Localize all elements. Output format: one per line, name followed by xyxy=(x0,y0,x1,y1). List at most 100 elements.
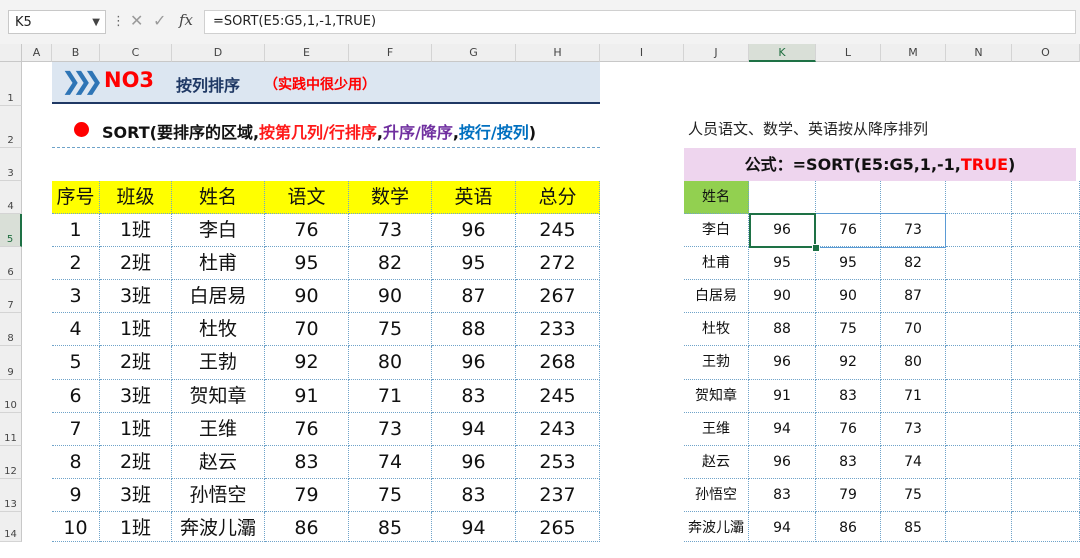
result-cell[interactable]: 94 xyxy=(749,512,816,542)
result-cell[interactable]: 79 xyxy=(816,479,881,512)
table-cell[interactable]: 82 xyxy=(349,247,432,280)
table-cell[interactable]: 5 xyxy=(52,346,100,380)
result-cell[interactable]: 94 xyxy=(749,413,816,446)
column-header-g[interactable]: G xyxy=(432,44,516,62)
table-cell[interactable]: 85 xyxy=(349,512,432,542)
table-cell[interactable]: 1班 xyxy=(100,313,172,346)
result-cell[interactable]: 87 xyxy=(881,280,946,313)
result-cell[interactable]: 85 xyxy=(881,512,946,542)
confirm-icon[interactable]: ✓ xyxy=(153,11,166,30)
table-cell[interactable]: 杜牧 xyxy=(172,313,265,346)
empty-cell[interactable] xyxy=(1012,479,1080,512)
column-header-o[interactable]: O xyxy=(1012,44,1080,62)
empty-cell[interactable] xyxy=(946,181,1012,214)
result-cell[interactable]: 90 xyxy=(816,280,881,313)
table-cell[interactable]: 贺知章 xyxy=(172,380,265,413)
table-cell[interactable]: 70 xyxy=(265,313,349,346)
table-cell[interactable]: 245 xyxy=(516,214,600,247)
column-header-b[interactable]: B xyxy=(52,44,100,62)
empty-cell[interactable] xyxy=(1012,446,1080,479)
column-header-c[interactable]: C xyxy=(100,44,172,62)
table-cell[interactable]: 237 xyxy=(516,479,600,512)
empty-cell[interactable] xyxy=(946,346,1012,380)
table-cell[interactable]: 91 xyxy=(265,380,349,413)
result-cell[interactable]: 96 xyxy=(749,446,816,479)
table-cell[interactable]: 2班 xyxy=(100,346,172,380)
table-cell[interactable]: 96 xyxy=(432,346,516,380)
result-cell[interactable]: 贺知章 xyxy=(684,380,749,413)
table-cell[interactable]: 奔波儿灞 xyxy=(172,512,265,542)
result-cell[interactable]: 孙悟空 xyxy=(684,479,749,512)
result-cell[interactable]: 83 xyxy=(816,446,881,479)
table-cell[interactable]: 79 xyxy=(265,479,349,512)
result-cell[interactable]: 95 xyxy=(816,247,881,280)
table-header-cell[interactable]: 姓名 xyxy=(172,181,265,214)
row-header-11[interactable]: 11 xyxy=(0,413,22,446)
table-cell[interactable]: 73 xyxy=(349,214,432,247)
table-cell[interactable]: 92 xyxy=(265,346,349,380)
table-cell[interactable]: 76 xyxy=(265,413,349,446)
table-cell[interactable]: 265 xyxy=(516,512,600,542)
table-cell[interactable]: 3班 xyxy=(100,280,172,313)
table-cell[interactable]: 4 xyxy=(52,313,100,346)
empty-cell[interactable] xyxy=(946,380,1012,413)
table-cell[interactable]: 90 xyxy=(265,280,349,313)
table-cell[interactable]: 87 xyxy=(432,280,516,313)
cancel-icon[interactable]: ✕ xyxy=(130,11,143,30)
column-header-m[interactable]: M xyxy=(881,44,946,62)
row-header-14[interactable]: 14 xyxy=(0,512,22,542)
table-cell[interactable]: 1班 xyxy=(100,413,172,446)
row-header-2[interactable]: 2 xyxy=(0,106,22,148)
table-cell[interactable]: 王维 xyxy=(172,413,265,446)
result-cell[interactable]: 70 xyxy=(881,313,946,346)
row-header-9[interactable]: 9 xyxy=(0,346,22,380)
table-cell[interactable]: 74 xyxy=(349,446,432,479)
table-cell[interactable]: 75 xyxy=(349,313,432,346)
empty-cell[interactable] xyxy=(1012,346,1080,380)
result-cell[interactable]: 73 xyxy=(881,413,946,446)
empty-cell[interactable] xyxy=(881,181,946,214)
row-header-8[interactable]: 8 xyxy=(0,313,22,346)
table-cell[interactable]: 272 xyxy=(516,247,600,280)
table-header-cell[interactable]: 数学 xyxy=(349,181,432,214)
row-header-10[interactable]: 10 xyxy=(0,380,22,413)
column-header-h[interactable]: H xyxy=(516,44,600,62)
table-cell[interactable]: 243 xyxy=(516,413,600,446)
table-cell[interactable]: 90 xyxy=(349,280,432,313)
result-cell[interactable]: 杜牧 xyxy=(684,313,749,346)
table-cell[interactable]: 9 xyxy=(52,479,100,512)
table-header-cell[interactable]: 英语 xyxy=(432,181,516,214)
table-cell[interactable]: 李白 xyxy=(172,214,265,247)
table-cell[interactable]: 83 xyxy=(432,380,516,413)
table-cell[interactable]: 88 xyxy=(432,313,516,346)
result-cell[interactable]: 75 xyxy=(881,479,946,512)
table-cell[interactable]: 86 xyxy=(265,512,349,542)
table-cell[interactable]: 2 xyxy=(52,247,100,280)
table-cell[interactable]: 75 xyxy=(349,479,432,512)
row-header-4[interactable]: 4 xyxy=(0,181,22,214)
result-cell[interactable]: 杜甫 xyxy=(684,247,749,280)
result-cell[interactable]: 91 xyxy=(749,380,816,413)
table-cell[interactable]: 3班 xyxy=(100,479,172,512)
table-cell[interactable]: 94 xyxy=(432,512,516,542)
empty-cell[interactable] xyxy=(1012,380,1080,413)
result-cell[interactable]: 李白 xyxy=(684,214,749,247)
row-header-12[interactable]: 12 xyxy=(0,446,22,479)
chevron-down-icon[interactable]: ▼ xyxy=(92,11,100,35)
table-cell[interactable]: 孙悟空 xyxy=(172,479,265,512)
table-cell[interactable]: 1班 xyxy=(100,214,172,247)
table-cell[interactable]: 95 xyxy=(265,247,349,280)
column-header-d[interactable]: D xyxy=(172,44,265,62)
result-cell[interactable]: 96 xyxy=(749,346,816,380)
result-cell[interactable]: 82 xyxy=(881,247,946,280)
empty-cell[interactable] xyxy=(1012,512,1080,542)
result-cell[interactable]: 奔波儿灞 xyxy=(684,512,749,542)
result-header-cell[interactable]: 姓名 xyxy=(684,181,749,214)
empty-cell[interactable] xyxy=(1012,413,1080,446)
row-header-3[interactable]: 3 xyxy=(0,148,22,181)
empty-cell[interactable] xyxy=(946,247,1012,280)
table-cell[interactable]: 80 xyxy=(349,346,432,380)
column-header-l[interactable]: L xyxy=(816,44,881,62)
table-cell[interactable]: 6 xyxy=(52,380,100,413)
active-cell[interactable] xyxy=(749,213,816,248)
